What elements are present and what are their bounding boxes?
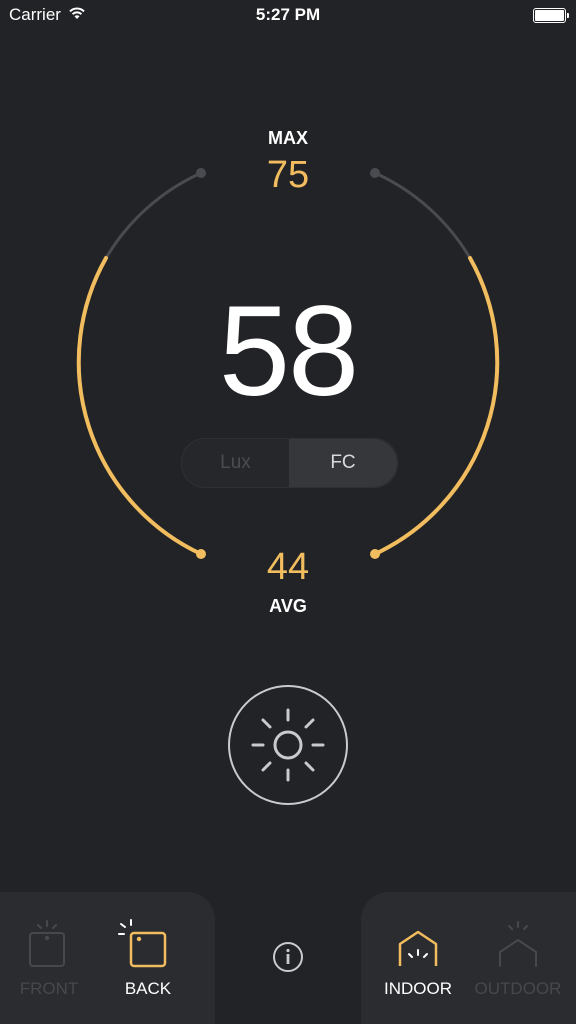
phone-back-icon <box>118 919 167 968</box>
tab-back-label: BACK <box>124 979 172 998</box>
tab-indoor-label: INDOOR <box>384 979 452 998</box>
tab-back[interactable]: BACK <box>99 892 197 1024</box>
sensor-selector: FRONT BACK <box>0 892 215 1024</box>
avg-label: AVG <box>269 596 307 616</box>
avg-value: 44 <box>266 546 310 588</box>
unit-fc-button[interactable]: FC <box>289 439 397 487</box>
phone-front-icon <box>29 920 65 967</box>
tab-outdoor-label: OUTDOOR <box>474 979 562 998</box>
unit-lux-button[interactable]: Lux <box>182 439 289 487</box>
tab-outdoor[interactable]: OUTDOOR <box>469 892 567 1024</box>
house-indoor-icon <box>398 930 438 966</box>
sun-icon <box>251 708 325 782</box>
unit-toggle: Lux FC <box>181 438 398 488</box>
tab-front-label: FRONT <box>19 979 79 998</box>
house-outdoor-icon <box>499 921 537 967</box>
max-label: MAX <box>268 128 308 148</box>
tab-front[interactable]: FRONT <box>0 892 98 1024</box>
info-icon[interactable] <box>272 941 304 973</box>
light-gauge: MAX 75 58 44 AVG <box>0 0 576 640</box>
mode-selector: INDOOR OUTDOOR <box>361 892 576 1024</box>
current-reading: 58 <box>218 280 359 423</box>
tab-indoor[interactable]: INDOOR <box>369 892 467 1024</box>
measure-button[interactable] <box>228 685 348 805</box>
max-value: 75 <box>266 154 310 196</box>
